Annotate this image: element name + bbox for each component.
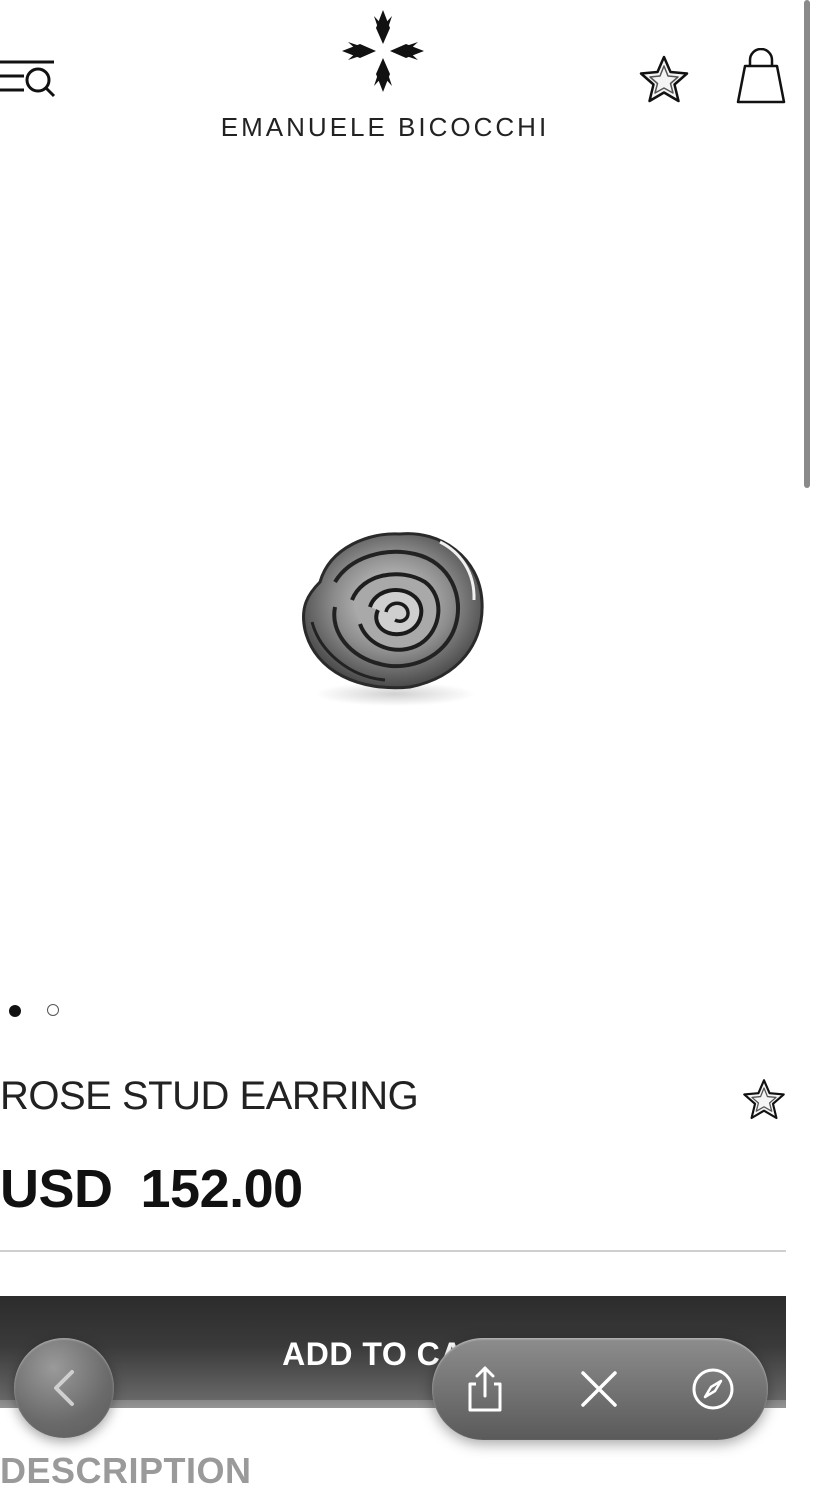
brand-name[interactable]: EMANUELE BICOCCHI <box>150 112 620 143</box>
browser-back-button[interactable] <box>14 1338 114 1438</box>
product-title: ROSE STUD EARRING <box>0 1074 419 1118</box>
star-icon <box>743 1079 785 1120</box>
close-button[interactable] <box>574 1364 624 1414</box>
price-amount: 152.00 <box>140 1159 304 1219</box>
wishlist-button[interactable] <box>636 52 692 108</box>
share-icon <box>468 1366 502 1412</box>
compass-icon <box>692 1368 734 1410</box>
divider <box>0 1250 786 1252</box>
price-currency: USD <box>0 1159 113 1219</box>
carousel-dot-active[interactable] <box>9 1005 21 1017</box>
menu-search-icon <box>0 60 56 98</box>
brand-logo[interactable] <box>338 6 428 96</box>
browser-toolbar <box>432 1338 768 1440</box>
product-price: USD 152.00 <box>0 1158 303 1220</box>
description-heading[interactable]: DESCRIPTION <box>0 1450 252 1492</box>
menu-search-button[interactable] <box>0 56 60 100</box>
close-icon <box>581 1371 617 1407</box>
share-button[interactable] <box>460 1364 510 1414</box>
add-to-wishlist-button[interactable] <box>740 1076 788 1124</box>
product-image[interactable] <box>290 512 500 712</box>
page-scrollbar[interactable] <box>804 0 810 488</box>
chevron-left-icon <box>54 1370 74 1406</box>
cart-button[interactable] <box>734 48 788 108</box>
star-icon <box>639 55 689 103</box>
shopping-bag-icon <box>736 48 786 104</box>
open-in-browser-button[interactable] <box>688 1364 738 1414</box>
rose-earring-image <box>302 532 484 706</box>
carousel-dot[interactable] <box>47 1004 59 1016</box>
logo-cross-icon <box>342 10 424 92</box>
